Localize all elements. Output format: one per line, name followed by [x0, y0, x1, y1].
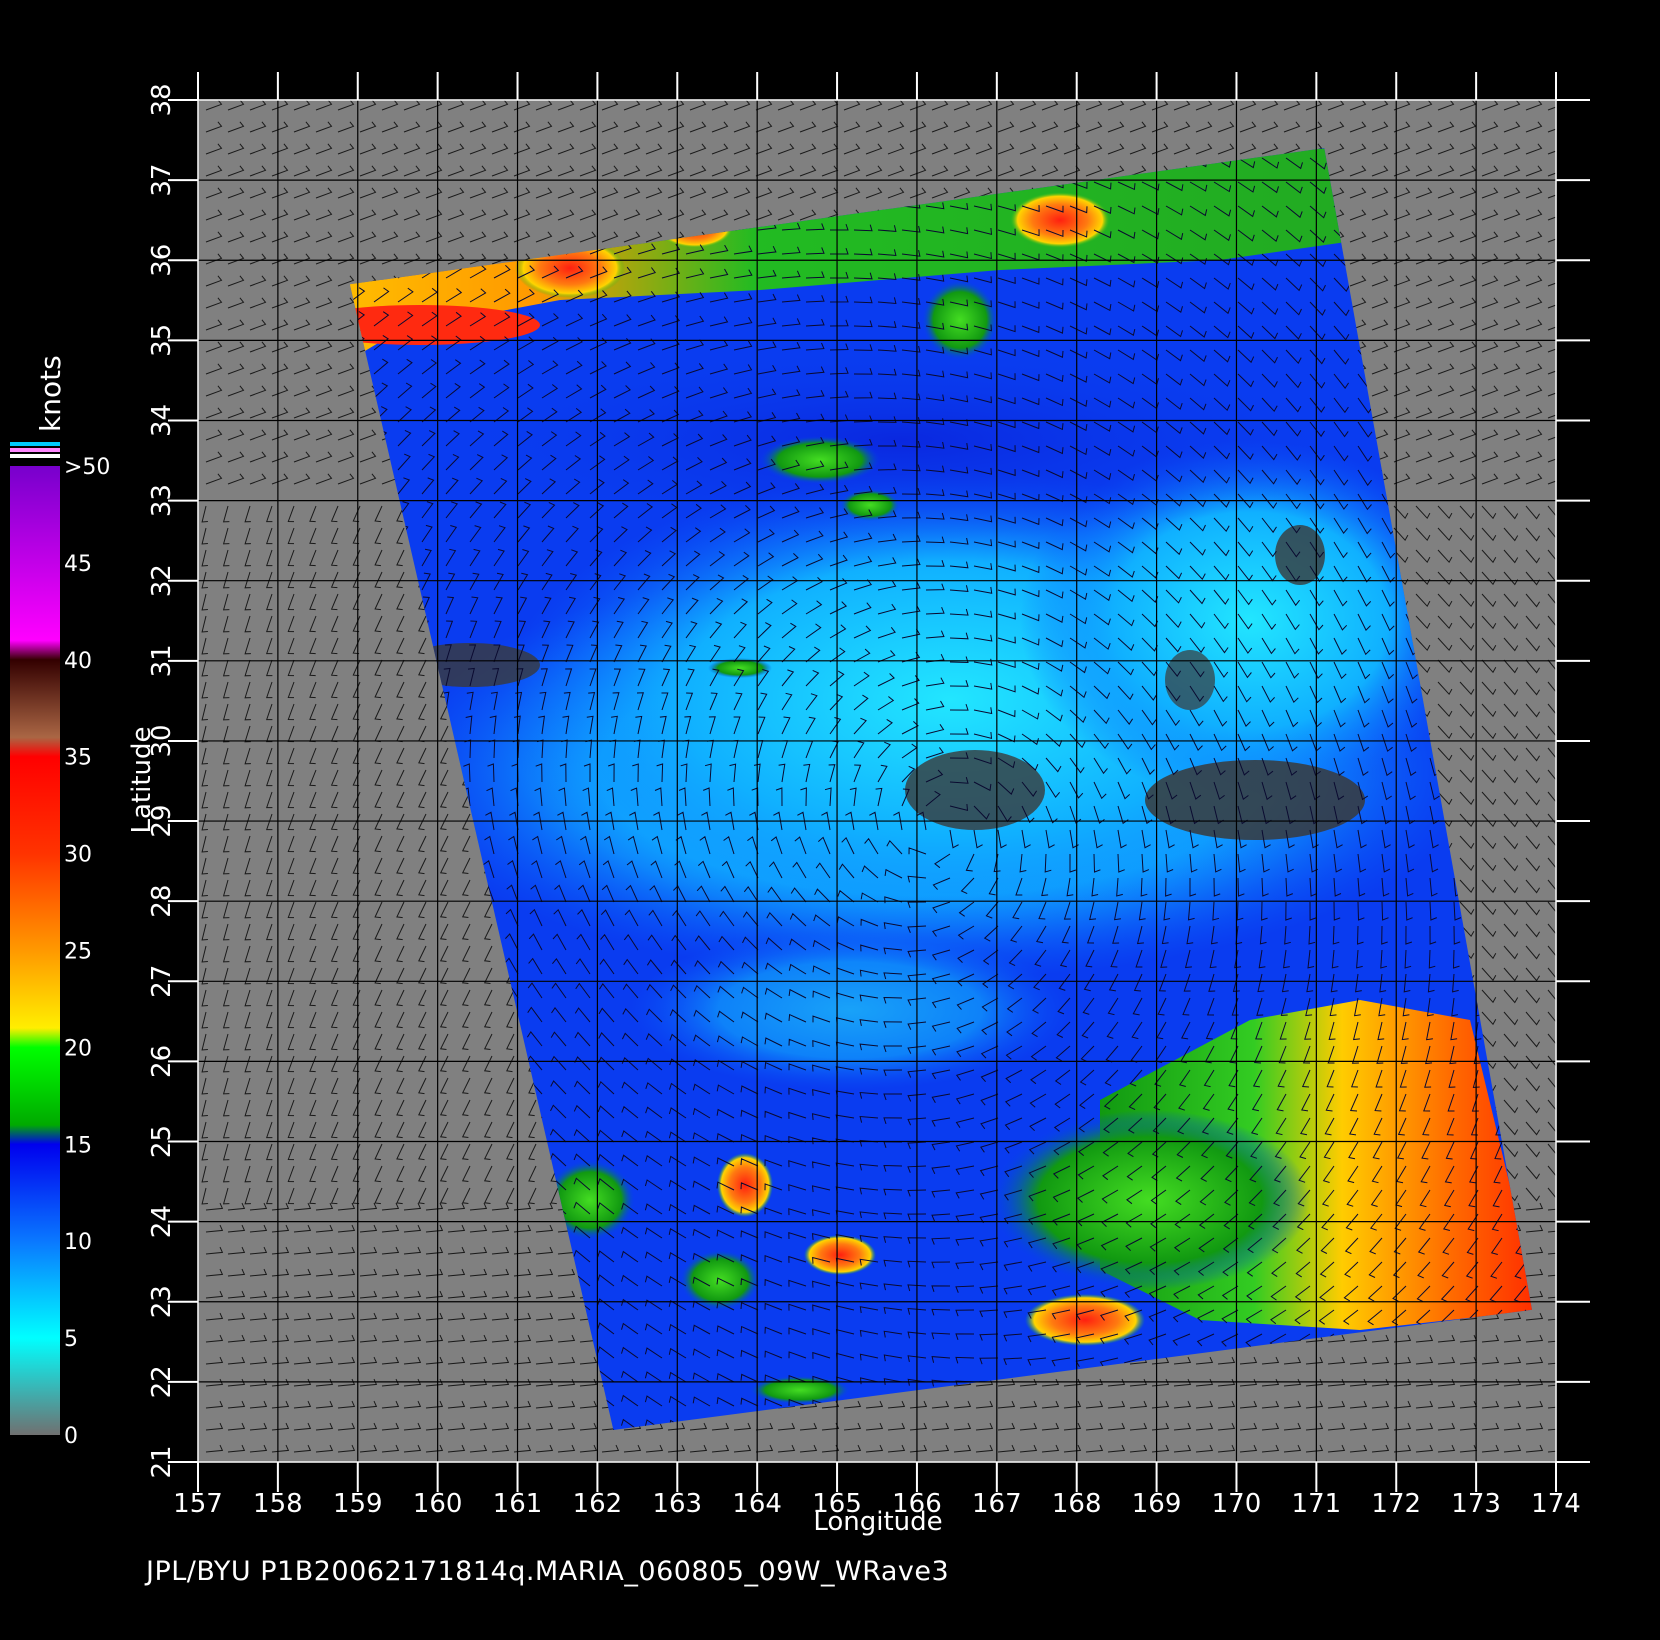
- south-core-b: [804, 1235, 876, 1275]
- product-id: JPL/BYU P1B20062171814q.MARIA_060805_09W…: [146, 1556, 950, 1587]
- lon-tick-label: 172: [1371, 1489, 1421, 1519]
- colorbar-labels: 0 5 10 15 20 25 30 35 40 45 >50: [64, 455, 110, 1449]
- lat-tick-label: 32: [147, 564, 177, 597]
- colorbar-unit: knots: [34, 355, 67, 432]
- lon-tick-label: 162: [573, 1489, 623, 1519]
- colorbar-label: 30: [64, 843, 92, 868]
- colorbar-top-strip-1: [10, 442, 60, 446]
- calm-patch-5: [1165, 650, 1215, 710]
- lon-tick-label: 161: [493, 1489, 543, 1519]
- colorbar-swatch: [10, 466, 60, 1435]
- mid-green-2: [840, 489, 900, 521]
- lat-tick-label: 24: [147, 1205, 177, 1238]
- lon-tick-label: 160: [413, 1489, 463, 1519]
- lon-tick-label: 157: [173, 1489, 223, 1519]
- calm-patch-1: [1145, 760, 1365, 840]
- lat-tick-label: 27: [147, 965, 177, 998]
- lat-tick-label: 22: [147, 1365, 177, 1398]
- south-green-1: [990, 1110, 1310, 1290]
- lat-tick-label: 37: [147, 164, 177, 197]
- calm-patch-4: [1275, 525, 1325, 585]
- scatterometer-wind-map: 157 158 159 160 161 162 163 164 165 166 167 168 169 1…: [10, 72, 1590, 1537]
- lat-tick-label: 34: [147, 404, 177, 437]
- colorbar-label: 35: [64, 746, 92, 771]
- lon-tick-label: 168: [1052, 1489, 1102, 1519]
- colorbar-top-strip-3: [10, 454, 60, 458]
- lon-tick-label: 169: [1132, 1489, 1182, 1519]
- colorbar: knots 0 5 10 15 20 25 30 35 40 45 >50: [10, 355, 110, 1449]
- calm-patch-2: [905, 750, 1045, 830]
- lon-tick-label: 164: [732, 1489, 782, 1519]
- lon-tick-label: 167: [972, 1489, 1022, 1519]
- colorbar-label: >50: [64, 455, 110, 480]
- colorbar-label: 10: [64, 1230, 92, 1255]
- colorbar-label: 25: [64, 940, 92, 965]
- lon-tick-label: 174: [1531, 1489, 1581, 1519]
- lat-tick-label: 28: [147, 885, 177, 918]
- x-axis-label: Longitude: [813, 1507, 942, 1537]
- lat-tick-label: 25: [147, 1125, 177, 1158]
- colorbar-label: 45: [64, 552, 92, 577]
- lon-tick-label: 170: [1212, 1489, 1262, 1519]
- lat-tick-label: 33: [147, 484, 177, 517]
- colorbar-label: 0: [64, 1424, 78, 1449]
- colorbar-top-strip-2: [10, 448, 60, 452]
- colorbar-label: 40: [64, 649, 92, 674]
- y-axis-label: Latitude: [127, 726, 157, 833]
- lon-tick-label: 173: [1451, 1489, 1501, 1519]
- lon-tick-label: 163: [652, 1489, 702, 1519]
- lat-tick-label: 23: [147, 1285, 177, 1318]
- lon-tick-label: 171: [1292, 1489, 1342, 1519]
- lat-tick-label: 31: [147, 644, 177, 677]
- lat-tick-label: 38: [147, 83, 177, 116]
- lat-tick-label: 21: [147, 1445, 177, 1478]
- lat-tick-label: 36: [147, 244, 177, 277]
- lon-tick-label: 158: [253, 1489, 303, 1519]
- mid-green-3: [922, 280, 998, 360]
- lat-tick-label: 35: [147, 324, 177, 357]
- north-core-4: [1010, 192, 1110, 248]
- colorbar-label: 20: [64, 1036, 92, 1061]
- colorbar-label: 15: [64, 1133, 92, 1158]
- lon-tick-label: 159: [333, 1489, 383, 1519]
- colorbar-label: 5: [64, 1327, 78, 1352]
- lat-tick-label: 26: [147, 1045, 177, 1078]
- south-green-2: [680, 1250, 760, 1310]
